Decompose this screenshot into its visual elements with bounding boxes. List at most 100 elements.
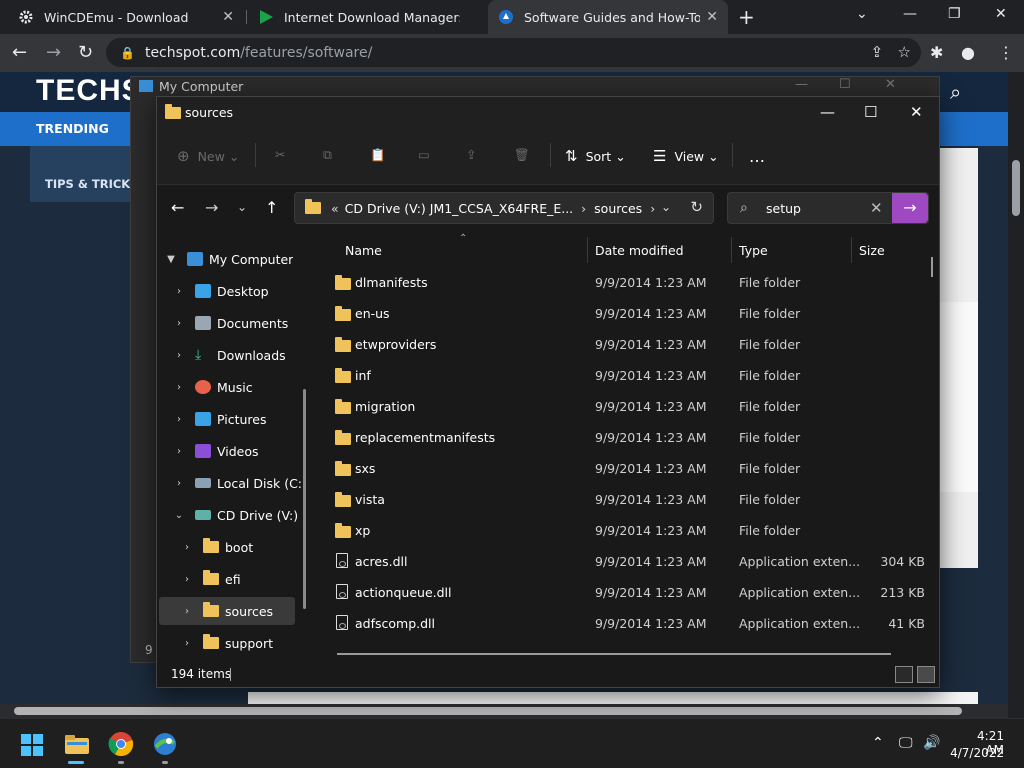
profile-icon[interactable]: ● <box>961 43 975 62</box>
share-icon[interactable]: ⇪ <box>466 147 476 162</box>
chevron-right-icon[interactable]: › <box>173 478 185 489</box>
nav-item-my-computer[interactable]: ▼ My Computer <box>165 245 313 273</box>
more-options-button[interactable]: … <box>749 147 765 166</box>
sort-button[interactable]: ⇅ Sort ⌄ <box>565 147 626 165</box>
maximize-icon[interactable]: ☐ <box>864 103 877 121</box>
nav-item-boot[interactable]: › boot <box>181 533 313 561</box>
breadcrumb-drive[interactable]: CD Drive (V:) JM1_CCSA_X64FRE_E... <box>345 201 574 216</box>
chevron-up-icon[interactable]: ⌃ <box>872 735 884 751</box>
reload-icon[interactable]: ↻ <box>78 42 93 63</box>
nav-item-documents[interactable]: › Documents <box>173 309 313 337</box>
kebab-menu-icon[interactable]: ⋮ <box>998 43 1014 62</box>
scrollbar-thumb[interactable] <box>1012 160 1020 216</box>
column-divider[interactable] <box>851 237 852 263</box>
share-icon[interactable]: ⇪ <box>871 43 884 61</box>
menu-tips-and-tricks[interactable]: TIPS & TRICKS <box>45 177 138 191</box>
chevron-down-icon[interactable]: ⌄ <box>173 510 185 521</box>
column-header-type[interactable]: Type <box>739 233 849 267</box>
clear-search-icon[interactable]: ✕ <box>870 199 883 217</box>
nav-item-downloads[interactable]: › ⤓ Downloads <box>173 341 313 369</box>
up-arrow-icon[interactable]: ↑ <box>265 198 278 217</box>
chevron-right-icon[interactable]: › <box>650 201 655 216</box>
nav-item-sources[interactable]: › sources <box>159 597 295 625</box>
search-input[interactable] <box>766 199 866 217</box>
search-icon[interactable]: ⌕ <box>950 80 961 104</box>
back-arrow-icon[interactable]: ← <box>12 42 27 63</box>
window-titlebar[interactable]: sources — ☐ ✕ <box>157 97 939 127</box>
column-header-name[interactable]: Name <box>345 233 585 267</box>
chevron-right-icon[interactable]: › <box>173 414 185 425</box>
tab-search-icon[interactable]: ⌄ <box>856 6 868 22</box>
page-horizontal-scrollbar[interactable] <box>0 704 1008 718</box>
copy-icon[interactable]: ⧉ <box>323 147 332 163</box>
table-row[interactable]: migration 9/9/2014 1:23 AM File folder <box>315 391 939 422</box>
breadcrumb-sources[interactable]: sources <box>594 201 642 216</box>
chevron-right-icon[interactable]: › <box>181 574 193 585</box>
column-header-date[interactable]: Date modified <box>595 233 731 267</box>
clock-date[interactable]: 4/7/2022 <box>950 746 1004 760</box>
nav-item-cd-drive[interactable]: ⌄ CD Drive (V:) JM <box>173 501 313 529</box>
minimize-icon[interactable]: — <box>820 103 835 121</box>
chrome-icon[interactable] <box>108 731 134 757</box>
back-arrow-icon[interactable]: ← <box>171 198 184 217</box>
page-vertical-scrollbar[interactable] <box>1008 72 1024 704</box>
chevron-right-icon[interactable]: › <box>181 542 193 553</box>
scrollbar-thumb[interactable] <box>14 707 962 715</box>
table-row[interactable]: vista 9/9/2014 1:23 AM File folder <box>315 484 939 515</box>
new-button[interactable]: ⊕ New ⌄ <box>177 147 239 165</box>
table-row[interactable]: dlmanifests 9/9/2014 1:23 AM File folder <box>315 267 939 298</box>
table-row[interactable]: inf 9/9/2014 1:23 AM File folder <box>315 360 939 391</box>
nav-item-efi[interactable]: › efi <box>181 565 313 593</box>
table-row[interactable]: sxs 9/9/2014 1:23 AM File folder <box>315 453 939 484</box>
large-icons-view-icon[interactable] <box>917 666 935 683</box>
column-header-size[interactable]: Size <box>859 233 929 267</box>
nav-trending[interactable]: TRENDING <box>36 121 109 136</box>
site-logo[interactable]: TECHS <box>36 74 143 108</box>
refresh-icon[interactable]: ↻ <box>690 198 703 216</box>
network-icon[interactable]: 🖵 <box>899 735 913 751</box>
nav-item-local-disk-c[interactable]: › Local Disk (C:) <box>173 469 313 497</box>
idm-icon[interactable] <box>152 731 178 757</box>
file-list-vertical-scrollbar[interactable] <box>931 257 933 277</box>
table-row[interactable]: etwproviders 9/9/2014 1:23 AM File folder <box>315 329 939 360</box>
paste-icon[interactable]: 📋 <box>370 147 386 163</box>
chevron-right-icon[interactable]: › <box>173 446 185 457</box>
chevron-right-icon[interactable]: › <box>173 286 185 297</box>
file-list-horizontal-scrollbar[interactable] <box>337 653 891 655</box>
windows-start-icon[interactable] <box>21 734 43 756</box>
cut-icon[interactable]: ✂ <box>275 147 285 162</box>
maximize-icon[interactable]: ☐ <box>839 77 851 92</box>
chevron-right-icon[interactable]: › <box>173 350 185 361</box>
rename-icon[interactable]: ▭ <box>418 147 430 162</box>
chevron-right-icon[interactable]: › <box>581 201 586 216</box>
nav-item-videos[interactable]: › Videos <box>173 437 313 465</box>
forward-arrow-icon[interactable]: → <box>46 42 61 63</box>
chevron-right-icon[interactable]: › <box>181 638 193 649</box>
recent-locations-chevron-icon[interactable]: ⌄ <box>237 200 247 214</box>
tab-idm[interactable]: Internet Download Manager: The <box>248 0 486 34</box>
chevron-down-icon[interactable]: ⌄ <box>661 200 671 214</box>
address-box[interactable]: « CD Drive (V:) JM1_CCSA_X64FRE_E... › s… <box>294 192 714 224</box>
forward-arrow-icon[interactable]: → <box>205 198 218 217</box>
extensions-puzzle-icon[interactable]: ✱ <box>930 43 943 62</box>
nav-item-pictures[interactable]: › Pictures <box>173 405 313 433</box>
table-row[interactable]: xp 9/9/2014 1:23 AM File folder <box>315 515 939 546</box>
table-row[interactable]: actionqueue.dll 9/9/2014 1:23 AM Applicati… <box>315 577 939 608</box>
search-go-arrow-icon[interactable]: → <box>892 193 928 223</box>
close-icon[interactable]: ✕ <box>885 77 896 92</box>
minimize-icon[interactable]: — <box>795 77 808 92</box>
file-explorer-icon[interactable] <box>64 731 90 757</box>
close-icon[interactable]: ✕ <box>706 9 718 25</box>
table-row[interactable]: adfscomp.dll 9/9/2014 1:23 AM Application … <box>315 608 939 639</box>
tab-wincdemu[interactable]: WinCDEmu - Download ✕ <box>8 0 244 34</box>
chevron-right-icon[interactable]: › <box>173 318 185 329</box>
column-divider[interactable] <box>731 237 732 263</box>
close-icon[interactable]: ✕ <box>910 103 923 121</box>
close-window-icon[interactable]: ✕ <box>995 6 1007 22</box>
tab-techspot[interactable]: Software Guides and How-Tos | T ✕ <box>488 0 728 34</box>
restore-icon[interactable]: ❐ <box>948 6 961 22</box>
table-row[interactable]: replacementmanifests 9/9/2014 1:23 AM File… <box>315 422 939 453</box>
address-bar[interactable]: 🔒 techspot.com/features/software/ ⇪ ☆ <box>106 38 921 67</box>
volume-icon[interactable]: 🔊 <box>923 735 940 751</box>
close-icon[interactable]: ✕ <box>222 9 234 25</box>
